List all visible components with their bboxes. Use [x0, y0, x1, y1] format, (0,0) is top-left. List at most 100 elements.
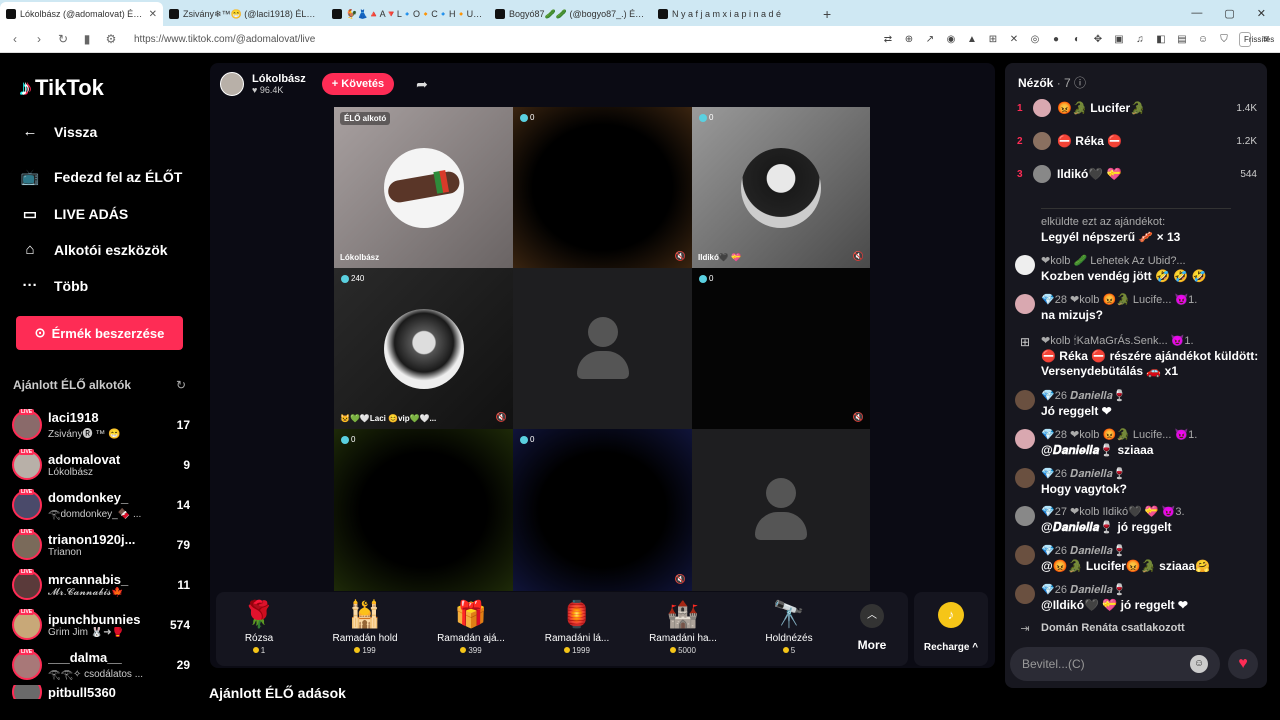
host-avatar[interactable] — [220, 72, 244, 96]
share-icon[interactable]: ➦ — [416, 76, 428, 93]
avatar[interactable] — [1015, 255, 1035, 275]
minimize-button[interactable]: — — [1191, 7, 1202, 20]
music-icon[interactable]: ♫ — [1134, 34, 1146, 45]
guest-cell[interactable]: 240 😺💚🤍Laci 😊vip💚🤍... 🔇 — [334, 268, 513, 429]
chat-input[interactable]: Bevitel...(C) ☺ — [1010, 647, 1220, 681]
extension-icon[interactable]: ◉ — [945, 34, 957, 45]
guest-cell[interactable]: 0 🔇 — [513, 429, 692, 591]
avatar[interactable] — [1015, 545, 1035, 565]
empty-seat[interactable] — [692, 429, 870, 591]
profile-icon[interactable]: ☺ — [1197, 34, 1209, 45]
browser-tab[interactable]: Zsivány❄™😁 (@laci1918) ÉLŐ adás — [163, 2, 326, 26]
reload-icon[interactable]: ↻ — [56, 32, 70, 46]
menu-icon[interactable]: ≡ — [1260, 34, 1272, 45]
nav-go-live[interactable]: ▭ LIVE ADÁS — [20, 205, 128, 223]
extension-icon[interactable]: ● — [1050, 34, 1062, 45]
recommended-creator[interactable]: LIVE laci1918 Zsivány🅡 ™ 😁 17 — [12, 407, 190, 443]
heart-like-button[interactable]: ♥ — [1228, 649, 1258, 679]
message-user[interactable]: 💎26 𝑫𝒂𝒏𝒊𝒆𝒍𝒍𝒂🍷 — [1041, 389, 1260, 404]
refresh-icon[interactable]: ↻ — [176, 378, 186, 392]
message-user[interactable]: 💎28 ❤kolb 😡🐊 Lucife... 😈1. — [1041, 428, 1260, 443]
message-user[interactable]: 💎26 𝑫𝒂𝒏𝒊𝒆𝒍𝒍𝒂🍷 — [1041, 544, 1260, 559]
message-user[interactable]: ❤kolb 🥒 Lehetek Az Ubid?... — [1041, 254, 1260, 269]
recharge-button[interactable]: ♪ Recharge ^ — [914, 592, 988, 666]
bookmark-icon[interactable]: ▮ — [80, 32, 94, 46]
avatar[interactable] — [1015, 468, 1035, 488]
maximize-button[interactable]: ▢ — [1224, 7, 1234, 20]
gift-item[interactable]: 🕌 Ramadán hold 199 — [322, 598, 408, 655]
more-gifts-button[interactable]: ︿ More — [854, 604, 890, 652]
site-info-icon[interactable]: ⚙ — [104, 32, 118, 46]
top-viewer[interactable]: 2 ⛔ Réka ⛔ 1.2K — [1017, 129, 1257, 153]
message-user[interactable]: 💎28 ❤kolb 😡🐊 Lucife... 😈1. — [1041, 293, 1260, 308]
browser-tab[interactable]: N y a f j a m x i a p i n a d é — [652, 2, 815, 26]
left-sidebar: ♪ TikTok ← Vissza 📺 Fedezd fel az ÉLŐT ▭… — [0, 53, 205, 720]
browser-tab[interactable]: 🐓👗🔺A🔻L🔹O🔸C🔹H🔸U🔻R🔺 (@gabor — [326, 2, 489, 26]
recommended-creator[interactable]: pitbull5360 — [12, 685, 190, 699]
guest-cell[interactable]: ÉLŐ alkotó Lókolbász — [334, 107, 513, 268]
gift-item[interactable]: 🔭 Holdnézés 5 — [746, 598, 832, 655]
avatar[interactable] — [1015, 584, 1035, 604]
extension-icon[interactable]: ◎ — [1029, 34, 1041, 45]
message-user[interactable]: 💎26 𝑫𝒂𝒏𝒊𝒆𝒍𝒍𝒂🍷 — [1041, 467, 1260, 482]
gift-item[interactable]: 🎁 Ramadán ajá... 399 — [428, 598, 514, 655]
extension-icon[interactable]: ◐ — [1071, 34, 1083, 45]
guest-cell[interactable]: 0 🔇 — [692, 268, 870, 429]
avatar[interactable] — [1015, 429, 1035, 449]
gift-price: 199 — [322, 646, 408, 655]
empty-seat[interactable] — [513, 268, 692, 429]
translate-icon[interactable]: ⇄ — [882, 34, 894, 45]
message-user[interactable]: 💎26 𝑫𝒂𝒏𝒊𝒆𝒍𝒍𝒂🍷 — [1041, 583, 1260, 598]
refresh-update-button[interactable]: Frissítés — [1239, 31, 1274, 47]
share-page-icon[interactable]: ↗ — [924, 34, 936, 45]
nav-creator-tools[interactable]: ⌂ Alkotói eszközök — [20, 241, 167, 258]
gift-item[interactable]: 🌹 Rózsa 1 — [216, 598, 302, 655]
top-viewer[interactable]: 1 😡🐊 Lucifer🐊 1.4K — [1017, 96, 1257, 120]
guest-cell[interactable]: 0 — [334, 429, 513, 591]
get-coins-button[interactable]: ⊙ Érmék beszerzése — [16, 316, 183, 350]
guest-cell[interactable]: 0 Ildikó🖤 💝 🔇 — [692, 107, 870, 268]
message-user[interactable]: ❤kolb 🕯KaMaGrÁs.Senk... 😈1. — [1041, 334, 1260, 349]
guest-cell[interactable]: 0 🔇 — [513, 107, 692, 268]
tiktok-logo[interactable]: ♪ TikTok — [20, 75, 104, 101]
extension-icon[interactable]: ⊞ — [987, 34, 999, 45]
new-tab-button[interactable]: + — [815, 6, 839, 26]
shield-icon[interactable]: ⛉ — [1218, 34, 1230, 45]
extension-icon[interactable]: ✕ — [1008, 34, 1020, 45]
forward-icon[interactable]: › — [32, 32, 46, 46]
recommended-creator[interactable]: LIVE trianon1920j... Trianon 79 — [12, 527, 190, 563]
sidebar-icon[interactable]: ◧ — [1155, 34, 1167, 45]
host-info-bar: Lókolbász ♥ 96.4K + Követés ➦ — [220, 72, 428, 96]
avatar[interactable] — [1015, 294, 1035, 314]
recommended-creator[interactable]: LIVE ipunchbunnies Grim Jim 🐰➜🥊 574 — [12, 607, 190, 643]
extension-icon[interactable]: ▲ — [966, 34, 978, 45]
avatar[interactable] — [1015, 390, 1035, 410]
recommended-creator[interactable]: LIVE adomalovat Lókolbász 9 — [12, 447, 190, 483]
close-window-button[interactable]: ✕ — [1257, 7, 1266, 20]
extension-icon[interactable]: ▣ — [1113, 34, 1125, 45]
chat-message: 💎26 𝑫𝒂𝒏𝒊𝒆𝒍𝒍𝒂🍷 Hogy vagytok? — [1015, 467, 1260, 497]
close-tab-icon[interactable]: ✕ — [149, 9, 157, 20]
message-user[interactable]: 💎27 ❤kolb Ildikó🖤 💝 😈3. — [1041, 505, 1260, 520]
nav-explore-live[interactable]: 📺 Fedezd fel az ÉLŐT — [20, 168, 183, 186]
browser-tab[interactable]: Lókolbász (@adomalovat) ÉLŐ ✕ — [0, 2, 163, 26]
nav-back[interactable]: ← Vissza — [20, 123, 98, 140]
recommended-creator[interactable]: LIVE domdonkey_ 𓂀domdonkey_🍫 ... 14 — [12, 487, 190, 523]
url-field[interactable]: https://www.tiktok.com/@adomalovat/live — [134, 34, 872, 45]
gift-item[interactable]: 🏮 Ramadáni lá... 1999 — [534, 598, 620, 655]
follow-button[interactable]: + Követés — [321, 73, 395, 95]
help-icon[interactable]: ⓘ — [1074, 76, 1086, 90]
back-icon[interactable]: ‹ — [8, 32, 22, 46]
top-viewer[interactable]: 3 Ildikó🖤 💝 544 — [1017, 162, 1257, 186]
puzzle-icon[interactable]: ✥ — [1092, 34, 1104, 45]
recommended-creator[interactable]: LIVE mrcannabis_ 𝓜𝓻.𝓒𝓪𝓷𝓷𝓪𝓫𝓲𝓼🍁 11 — [12, 567, 190, 603]
recommended-creator[interactable]: LIVE ___dalma__ 𓂀𓂀✧ csodálatos ... 29 — [12, 647, 190, 683]
avatar[interactable] — [1015, 506, 1035, 526]
gift-item[interactable]: 🏰 Ramadáni ha... 5000 — [640, 598, 726, 655]
browser-tab[interactable]: Bogyó87🥒🥒 (@bogyo87_.) ÉLŐ a — [489, 2, 652, 26]
wallet-icon[interactable]: ▤ — [1176, 34, 1188, 45]
zoom-icon[interactable]: ⊕ — [903, 34, 915, 45]
host-name[interactable]: Lókolbász — [252, 73, 306, 85]
nav-more[interactable]: ··· Több — [20, 277, 89, 294]
emoji-icon[interactable]: ☺ — [1190, 655, 1208, 673]
